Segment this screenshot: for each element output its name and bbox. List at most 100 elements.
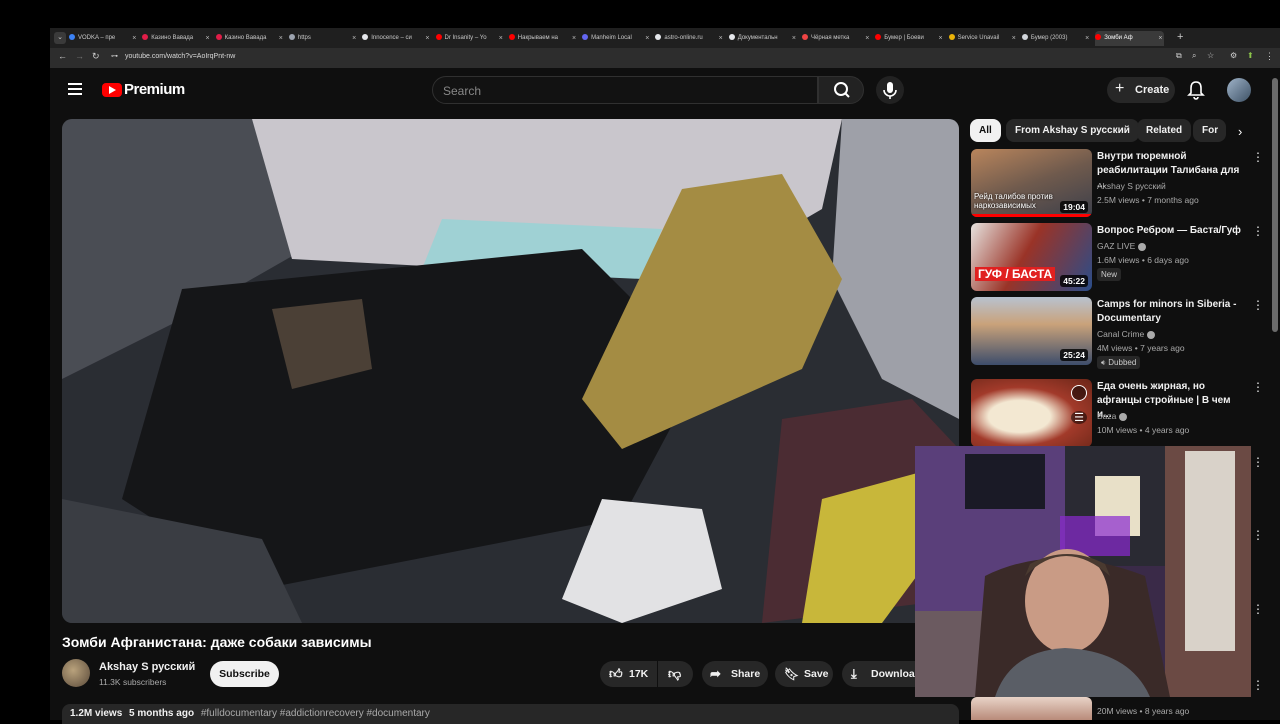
search-button[interactable] bbox=[818, 76, 864, 104]
video-frame bbox=[62, 119, 959, 623]
chevron-right-icon[interactable]: › bbox=[1238, 124, 1242, 139]
zoom-icon[interactable]: ⌕ bbox=[1192, 51, 1196, 61]
voice-search-button[interactable] bbox=[876, 76, 904, 104]
browser-tab[interactable]: Казино Вавада × bbox=[142, 31, 211, 46]
tab-close-icon[interactable]: × bbox=[499, 31, 503, 46]
more-actions-icon[interactable]: ⋮ bbox=[1252, 381, 1264, 393]
reload-icon[interactable]: ↻ bbox=[92, 51, 100, 62]
rec-thumbnail[interactable] bbox=[971, 697, 1092, 720]
bookmark-star-icon[interactable]: ☆ bbox=[1207, 51, 1214, 60]
tab-close-icon[interactable]: × bbox=[279, 31, 283, 46]
tab-close-icon[interactable]: × bbox=[425, 31, 429, 46]
browser-tab[interactable]: Innocence – си × bbox=[362, 31, 431, 46]
video-player[interactable] bbox=[62, 119, 959, 623]
open-in-app-icon[interactable]: ⧉ bbox=[1176, 51, 1182, 61]
more-actions-icon[interactable]: ⋮ bbox=[1252, 151, 1264, 163]
thumbs-down-icon: 👎︎ bbox=[668, 666, 682, 681]
back-icon[interactable]: ← bbox=[58, 51, 67, 61]
rec-channel-row[interactable]: Baza bbox=[1097, 410, 1128, 422]
browser-tab[interactable]: Казино Вавада × bbox=[215, 31, 285, 46]
rec-thumbnail[interactable]: Рейд талибов против наркозависимых 19:04 bbox=[971, 149, 1092, 217]
bookmark-icon: 🔖︎ bbox=[784, 667, 800, 681]
rec-thumbnail[interactable]: ☰ bbox=[971, 379, 1092, 447]
browser-tab[interactable]: VODKA – пре × bbox=[69, 31, 138, 46]
new-tab-icon[interactable]: + bbox=[1177, 31, 1183, 43]
browser-tab[interactable]: https × bbox=[288, 31, 358, 46]
more-actions-icon[interactable]: ⋮ bbox=[1252, 299, 1264, 311]
browser-tab[interactable]: Чёрная метка × bbox=[802, 31, 871, 46]
browser-tab[interactable]: Service Unavail × bbox=[948, 31, 1018, 46]
browser-tab[interactable]: Бумер | Боеви × bbox=[875, 31, 944, 46]
rec-thumbnail[interactable]: 25:24 bbox=[971, 297, 1092, 365]
like-button[interactable]: 👍︎ 17K bbox=[600, 661, 657, 687]
chip-for-you[interactable]: For bbox=[1193, 119, 1226, 142]
add-to-queue-icon[interactable]: ☰ bbox=[1071, 411, 1087, 424]
site-info-icon[interactable]: ⊶ bbox=[111, 52, 118, 60]
tab-close-icon[interactable]: × bbox=[1012, 31, 1016, 46]
subscribe-button[interactable]: Subscribe bbox=[210, 661, 279, 687]
browser-tab[interactable]: Dr Insanity – Yo × bbox=[435, 31, 505, 46]
dislike-button[interactable]: 👎︎ bbox=[658, 661, 693, 687]
channel-avatar[interactable] bbox=[62, 659, 90, 687]
notifications-button[interactable] bbox=[1187, 80, 1205, 105]
rec-channel-row[interactable]: Canal Crime bbox=[1097, 328, 1156, 340]
brand-label[interactable]: Premium bbox=[124, 81, 185, 98]
rec-thumbnail[interactable]: ГУФ / БАСТА 45:22 bbox=[971, 223, 1092, 291]
download-button[interactable]: ⤓ Download bbox=[842, 661, 921, 687]
browser-tab[interactable]: Документальн × bbox=[728, 31, 798, 46]
page-scrollbar[interactable] bbox=[1272, 78, 1278, 332]
rec-stats: 2.5M views • 7 months ago bbox=[1097, 195, 1199, 205]
tab-title: Зомби Аф bbox=[1104, 35, 1133, 41]
description-box[interactable]: 1.2M views 5 months ago #fulldocumentary… bbox=[62, 704, 959, 724]
tab-close-icon[interactable]: × bbox=[206, 31, 210, 46]
tab-close-icon[interactable]: × bbox=[645, 31, 649, 46]
tab-close-icon[interactable]: × bbox=[572, 31, 576, 46]
tab-close-icon[interactable]: × bbox=[1158, 31, 1162, 46]
chip-related[interactable]: Related bbox=[1137, 119, 1192, 142]
rec-channel-row[interactable]: GAZ LIVE bbox=[1097, 240, 1147, 252]
hamburger-menu-icon[interactable] bbox=[68, 83, 82, 95]
tab-close-icon[interactable]: × bbox=[719, 31, 723, 46]
tab-favicon-icon bbox=[508, 34, 515, 41]
watch-later-icon[interactable] bbox=[1071, 385, 1087, 401]
browser-tab[interactable]: Зомби Аф × bbox=[1095, 31, 1165, 46]
forward-icon[interactable]: → bbox=[75, 51, 84, 61]
tab-close-icon[interactable]: × bbox=[132, 31, 136, 46]
bell-icon bbox=[1187, 81, 1205, 100]
save-button[interactable]: 🔖︎ Save bbox=[775, 661, 833, 687]
search-input[interactable] bbox=[433, 77, 805, 105]
more-actions-icon[interactable]: ⋮ bbox=[1252, 603, 1264, 615]
tab-favicon-icon bbox=[1021, 34, 1028, 41]
hashtags[interactable]: #fulldocumentary #addictionrecovery #doc… bbox=[201, 708, 430, 719]
rec-title[interactable]: Вопрос Ребром — Баста/Гуф bbox=[1097, 224, 1245, 238]
tab-search-icon[interactable]: ⌄ bbox=[54, 32, 66, 44]
profile-icon[interactable]: ⬆ bbox=[1247, 51, 1254, 60]
tab-favicon-icon bbox=[362, 34, 369, 41]
tab-close-icon[interactable]: × bbox=[792, 31, 796, 46]
browser-tab[interactable]: astro-online.ru × bbox=[655, 31, 724, 46]
account-avatar[interactable] bbox=[1227, 78, 1251, 102]
tab-close-icon[interactable]: × bbox=[1085, 31, 1089, 46]
browser-tab[interactable]: Manheim Local × bbox=[582, 31, 651, 46]
tab-close-icon[interactable]: × bbox=[865, 31, 869, 46]
chip-from-channel[interactable]: From Akshay S русский bbox=[1006, 119, 1139, 142]
rec-channel[interactable]: Akshay S русский bbox=[1097, 180, 1166, 192]
create-button[interactable]: + Create bbox=[1107, 77, 1175, 103]
url-field[interactable]: youtube.com/watch?v=AoIrqPnt-nw bbox=[125, 53, 235, 60]
rec-title[interactable]: Camps for minors in Siberia - Documentar… bbox=[1097, 298, 1245, 326]
tab-close-icon[interactable]: × bbox=[939, 31, 943, 46]
tab-close-icon[interactable]: × bbox=[352, 31, 356, 46]
more-actions-icon[interactable]: ⋮ bbox=[1252, 679, 1264, 691]
more-actions-icon[interactable]: ⋮ bbox=[1252, 529, 1264, 541]
rec-stats: 4M views • 7 years ago bbox=[1097, 343, 1185, 353]
extensions-icon[interactable]: ⚙ bbox=[1230, 51, 1237, 60]
browser-tab[interactable]: Накрываем на × bbox=[508, 31, 578, 46]
chip-all[interactable]: All bbox=[970, 119, 1001, 142]
channel-name[interactable]: Akshay S русский bbox=[99, 661, 195, 673]
browser-tab[interactable]: Бумер (2003) × bbox=[1021, 31, 1091, 46]
share-button[interactable]: ➦ Share bbox=[702, 661, 768, 687]
more-actions-icon[interactable]: ⋮ bbox=[1252, 225, 1264, 237]
search-box bbox=[432, 76, 818, 105]
more-actions-icon[interactable]: ⋮ bbox=[1252, 456, 1264, 468]
browser-menu-icon[interactable]: ⋮ bbox=[1265, 51, 1274, 62]
